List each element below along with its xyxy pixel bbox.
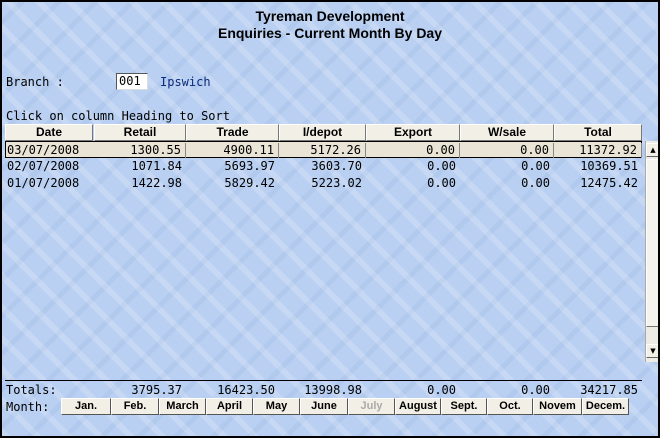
total-retail: 3795.37 bbox=[131, 383, 182, 397]
cell-trade: 5693.97 bbox=[224, 159, 275, 173]
totals-label: Totals: bbox=[6, 383, 57, 397]
cell-wsale: 0.00 bbox=[521, 159, 550, 173]
cell-idepot: 5223.02 bbox=[311, 176, 362, 190]
column-header-trade[interactable]: Trade bbox=[186, 124, 279, 141]
vertical-scrollbar[interactable]: ▲ ▼ bbox=[645, 141, 658, 362]
app-title: Tyreman Development bbox=[255, 8, 405, 24]
cell-retail: 1422.98 bbox=[131, 176, 182, 190]
month-button-april[interactable]: April bbox=[206, 398, 253, 415]
cell-date: 01/07/2008 bbox=[7, 176, 80, 190]
cell-wsale: 0.00 bbox=[460, 143, 554, 158]
data-list: 03/07/2008 1300.55 4900.11 5172.26 0.00 0.00 1… bbox=[5, 141, 642, 378]
cell-export: 0.00 bbox=[427, 176, 456, 190]
total-wsale: 0.00 bbox=[521, 383, 550, 397]
month-button-decem[interactable]: Decem. bbox=[582, 398, 629, 415]
scroll-thumb[interactable] bbox=[646, 159, 658, 327]
cell-trade: 5829.42 bbox=[224, 176, 275, 190]
total-idepot: 13998.98 bbox=[304, 383, 362, 397]
month-button-june[interactable]: June bbox=[300, 398, 348, 415]
total-total: 34217.85 bbox=[580, 383, 638, 397]
branch-code-input[interactable]: 001 bbox=[116, 73, 148, 90]
column-header-retail[interactable]: Retail bbox=[94, 124, 186, 141]
table-row[interactable]: 01/07/2008 1422.98 5829.42 5223.02 0.00 0.00 1… bbox=[5, 175, 642, 192]
month-button-novem[interactable]: Novem bbox=[533, 398, 582, 415]
cell-date: 03/07/2008 bbox=[7, 143, 80, 157]
scroll-up-icon[interactable]: ▲ bbox=[646, 143, 658, 157]
column-header-wsale[interactable]: W/sale bbox=[460, 124, 554, 141]
cell-export: 0.00 bbox=[427, 159, 456, 173]
cell-total: 10369.51 bbox=[580, 159, 638, 173]
month-button-jan[interactable]: Jan. bbox=[61, 398, 111, 415]
cell-date: 02/07/2008 bbox=[7, 159, 80, 173]
page-title: Enquiries - Current Month By Day bbox=[217, 25, 443, 41]
month-button-march[interactable]: March bbox=[159, 398, 206, 415]
scroll-down-icon[interactable]: ▼ bbox=[646, 344, 658, 358]
cell-wsale: 0.00 bbox=[521, 176, 550, 190]
month-button-feb[interactable]: Feb. bbox=[111, 398, 159, 415]
total-export: 0.00 bbox=[427, 383, 456, 397]
cell-trade: 4900.11 bbox=[186, 143, 279, 158]
month-button-may[interactable]: May bbox=[253, 398, 300, 415]
totals-divider bbox=[5, 380, 642, 381]
total-trade: 16423.50 bbox=[217, 383, 275, 397]
cell-retail: 1071.84 bbox=[131, 159, 182, 173]
column-header-date[interactable]: Date bbox=[5, 124, 93, 141]
cell-total: 12475.42 bbox=[580, 176, 638, 190]
table-row[interactable]: 02/07/2008 1071.84 5693.97 3603.70 0.00 0.00 1… bbox=[5, 158, 642, 175]
cell-export: 0.00 bbox=[366, 143, 460, 158]
branch-name: Ipswich bbox=[160, 75, 211, 89]
enquiry-window: Tyreman Development Enquiries - Current … bbox=[0, 0, 660, 438]
month-label: Month: bbox=[6, 400, 50, 414]
month-button-august[interactable]: August bbox=[395, 398, 441, 415]
cell-idepot: 3603.70 bbox=[311, 159, 362, 173]
column-header-total[interactable]: Total bbox=[554, 124, 642, 141]
branch-label: Branch : bbox=[6, 75, 64, 89]
month-button-july[interactable]: July bbox=[348, 398, 395, 415]
table-row[interactable]: 03/07/2008 1300.55 4900.11 5172.26 0.00 0.00 1… bbox=[5, 141, 642, 158]
month-button-oct[interactable]: Oct. bbox=[487, 398, 533, 415]
cell-total: 11372.92 bbox=[554, 143, 642, 158]
column-header-idepot[interactable]: I/depot bbox=[279, 124, 366, 141]
sort-hint: Click on column Heading to Sort bbox=[6, 109, 230, 123]
month-button-sept[interactable]: Sept. bbox=[441, 398, 487, 415]
column-header-export[interactable]: Export bbox=[366, 124, 460, 141]
cell-idepot: 5172.26 bbox=[279, 143, 366, 158]
cell-retail: 1300.55 bbox=[94, 143, 186, 158]
